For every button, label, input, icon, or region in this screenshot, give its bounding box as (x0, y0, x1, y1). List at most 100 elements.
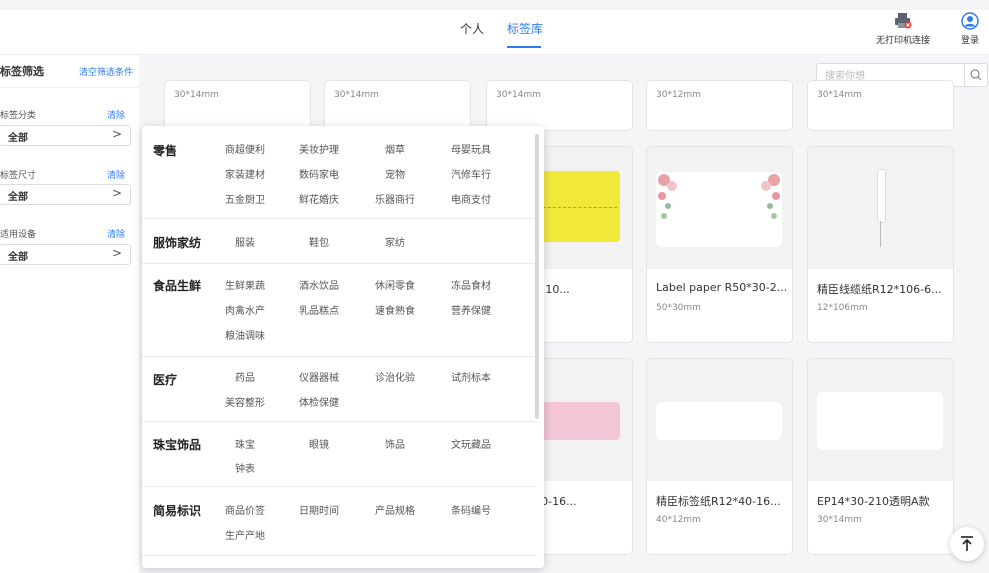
label-card[interactable]: Label paper R50*30-2... 50*30mm (646, 146, 793, 343)
filter-device-select[interactable]: 全部 > (0, 244, 131, 265)
category-group-simple-marking: 简易标识 商品价签 日期时间 产品规格 条码编号 生产产地 (142, 487, 537, 556)
subcategory-item[interactable]: 药品 (215, 369, 275, 384)
subcategory-item[interactable]: 美容整形 (215, 394, 275, 409)
cable-label-preview (877, 169, 886, 247)
divider (0, 87, 139, 88)
card-size: 30*14mm (817, 515, 862, 525)
card-title: Label paper R50*30-2... (656, 281, 786, 294)
label-card[interactable]: 30*14mm (486, 80, 633, 131)
subcategory-item[interactable]: 酒水饮品 (289, 277, 349, 292)
subcategory-item[interactable]: 眼镜 (289, 436, 349, 451)
floral-label-preview (656, 172, 782, 247)
subcategory-item[interactable]: 营养保健 (441, 302, 501, 317)
chevron-right-icon: > (111, 186, 122, 200)
subcategory-item[interactable]: 体检保健 (289, 394, 349, 409)
white-label-preview (817, 392, 943, 450)
category-group-medical: 医疗 药品 仪器器械 诊治化验 试剂标本 美容整形 体检保健 (142, 357, 537, 422)
tab-personal[interactable]: 个人 (460, 20, 484, 37)
subcategory-item[interactable]: 仪器器械 (289, 369, 349, 384)
category-name[interactable]: 零售 (153, 142, 177, 159)
label-card[interactable]: 30*14mm (164, 80, 311, 131)
category-dropdown: 零售 商超便利 美妆护理 烟草 母婴玩具 家装建材 数码家电 宠物 汽修车行 五… (142, 126, 544, 568)
subcategory-item[interactable]: 珠宝 (215, 436, 275, 451)
filter-title: 标签筛选 (0, 65, 44, 78)
printer-icon (895, 13, 912, 29)
label-card[interactable]: 30*12mm (646, 80, 793, 131)
subcategory-item[interactable]: 日期时间 (289, 502, 349, 517)
filter-size-value: 全部 (8, 192, 28, 203)
label-thumbnail (808, 359, 953, 481)
login-label: 登录 (960, 36, 979, 46)
category-group-food: 食品生鲜 生鲜果蔬 酒水饮品 休闲零食 冻品食材 肉禽水产 乳品糕点 速食熟食 … (142, 264, 537, 357)
filter-device-clear[interactable]: 清除 (107, 227, 125, 240)
chevron-right-icon: > (111, 127, 122, 141)
card-size: 30*14mm (174, 90, 219, 100)
label-card[interactable]: EP14*30-210透明A款 30*14mm (807, 358, 954, 555)
subcategory-item[interactable]: 冻品食材 (441, 277, 501, 292)
subcategory-item[interactable]: 家装建材 (215, 166, 275, 181)
subcategory-item[interactable]: 宠物 (365, 166, 425, 181)
printer-status-text: 无打印机连接 (875, 36, 930, 46)
subcategory-item[interactable]: 休闲零食 (365, 277, 425, 292)
subcategory-item[interactable]: 电商支付 (441, 191, 501, 206)
white-label-preview (656, 402, 782, 440)
subcategory-item[interactable]: 汽修车行 (441, 166, 501, 181)
label-card[interactable]: 30*14mm (324, 80, 471, 131)
card-size: 30*14mm (496, 90, 541, 100)
subcategory-item[interactable]: 鞋包 (289, 234, 349, 249)
label-card[interactable]: 30*14mm (807, 80, 954, 131)
subcategory-item[interactable]: 服装 (215, 234, 275, 249)
subcategory-item[interactable]: 产品规格 (365, 502, 425, 517)
filter-size-select[interactable]: 全部 > (0, 184, 131, 205)
card-title: EP14*30-210透明A款 (817, 495, 930, 508)
label-thumbnail (647, 359, 792, 481)
clear-all-filters-link[interactable]: 清空筛选条件 (79, 65, 133, 78)
search-button[interactable] (964, 64, 987, 86)
subcategory-item[interactable]: 生产产地 (215, 527, 275, 542)
category-name[interactable]: 医疗 (153, 371, 177, 388)
subcategory-item[interactable]: 饰品 (365, 436, 425, 451)
tab-label-library[interactable]: 标签库 (507, 20, 543, 37)
subcategory-item[interactable]: 诊治化验 (365, 369, 425, 384)
category-group-apparel: 服饰家纺 服装 鞋包 家纺 (142, 219, 537, 264)
subcategory-item[interactable]: 数码家电 (289, 166, 349, 181)
subcategory-item[interactable]: 烟草 (365, 141, 425, 156)
subcategory-item[interactable]: 钟表 (215, 460, 275, 475)
category-group-jewelry: 珠宝饰品 珠宝 眼镜 饰品 文玩藏品 钟表 (142, 422, 537, 487)
label-thumbnail (808, 147, 953, 269)
subcategory-item[interactable]: 乳品糕点 (289, 302, 349, 317)
label-thumbnail (647, 147, 792, 269)
user-icon (961, 12, 979, 30)
subcategory-item[interactable]: 试剂标本 (441, 369, 501, 384)
subcategory-item[interactable]: 母婴玩具 (441, 141, 501, 156)
subcategory-item[interactable]: 速食熟食 (365, 302, 425, 317)
subcategory-item[interactable]: 条码编号 (441, 502, 501, 517)
category-name[interactable]: 服饰家纺 (153, 234, 201, 251)
category-name[interactable]: 珠宝饰品 (153, 436, 201, 453)
filter-category-clear[interactable]: 清除 (107, 108, 125, 121)
category-name[interactable]: 食品生鲜 (153, 277, 201, 294)
subcategory-item[interactable]: 美妆护理 (289, 141, 349, 156)
subcategory-item[interactable]: 乐器商行 (365, 191, 425, 206)
dropdown-scrollbar[interactable] (535, 134, 539, 419)
filter-category-label: 标签分类 (0, 111, 37, 121)
subcategory-item[interactable]: 文玩藏品 (441, 436, 501, 451)
card-size: 30*14mm (817, 90, 862, 100)
back-to-top-icon (961, 536, 973, 551)
back-to-top-button[interactable] (950, 527, 984, 561)
subcategory-item[interactable]: 鲜花婚庆 (289, 191, 349, 206)
subcategory-item[interactable]: 家纺 (365, 234, 425, 249)
subcategory-item[interactable]: 商品价签 (215, 502, 275, 517)
label-card[interactable]: 精臣线缆纸R12*106-6... 12*106mm (807, 146, 954, 343)
filter-category-select[interactable]: 全部 > (0, 125, 131, 146)
login-button[interactable]: 登录 (930, 12, 989, 46)
filter-size-clear[interactable]: 清除 (107, 168, 125, 181)
subcategory-item[interactable]: 商超便利 (215, 141, 275, 156)
category-name[interactable]: 简易标识 (153, 502, 201, 519)
filter-category-value: 全部 (8, 133, 28, 144)
subcategory-item[interactable]: 五金厨卫 (215, 191, 275, 206)
subcategory-item[interactable]: 粮油调味 (215, 327, 275, 342)
subcategory-item[interactable]: 生鲜果蔬 (215, 277, 275, 292)
subcategory-item[interactable]: 肉禽水产 (215, 302, 275, 317)
label-card[interactable]: 精臣标签纸R12*40-16... 40*12mm (646, 358, 793, 555)
